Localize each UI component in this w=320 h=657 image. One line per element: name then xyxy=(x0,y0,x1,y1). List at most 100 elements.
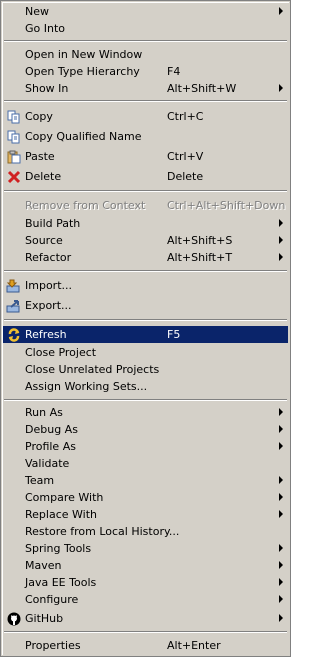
menu-item-label: Validate xyxy=(25,457,70,470)
menu-item-shortcut: Ctrl+V xyxy=(167,150,204,163)
menu-item-label: Source xyxy=(25,234,63,247)
menu-item-compare-with[interactable]: Compare With xyxy=(3,489,288,506)
menu-item-maven[interactable]: Maven xyxy=(3,557,288,574)
menu-item-label: Replace With xyxy=(25,508,97,521)
copy-icon xyxy=(6,108,22,125)
menu-item-new[interactable]: New xyxy=(3,3,288,20)
menu-item-source[interactable]: Source Alt+Shift+S xyxy=(3,232,288,249)
menu-separator xyxy=(4,270,287,272)
context-menu: New Go Into Open in New Window Open Type… xyxy=(0,0,291,657)
menu-item-shortcut: Alt+Shift+W xyxy=(167,82,237,95)
menu-item-label: Build Path xyxy=(25,217,81,230)
menu-item-copy-qualified-name[interactable]: Copy Qualified Name xyxy=(3,128,288,145)
menu-item-replace-with[interactable]: Replace With xyxy=(3,506,288,523)
menu-item-label: Close Unrelated Projects xyxy=(25,363,160,376)
menu-item-label: Close Project xyxy=(25,346,97,359)
menu-item-shortcut: F5 xyxy=(167,328,181,341)
menu-item-label: Open in New Window xyxy=(25,48,143,61)
menu-item-label: Team xyxy=(25,474,55,487)
menu-item-shortcut: Alt+Shift+T xyxy=(167,251,233,264)
menu-item-label: Remove from Context xyxy=(25,199,146,212)
submenu-arrow-icon xyxy=(279,578,283,586)
menu-item-label: Refactor xyxy=(25,251,72,264)
paste-icon xyxy=(6,148,22,165)
menu-item-label: Show In xyxy=(25,82,69,95)
menu-item-show-in[interactable]: Show In Alt+Shift+W xyxy=(3,80,288,97)
menu-item-label: Restore from Local History... xyxy=(25,525,180,538)
menu-item-open-type-hierarchy[interactable]: Open Type Hierarchy F4 xyxy=(3,63,288,80)
menu-item-label: Properties xyxy=(25,639,81,652)
submenu-arrow-icon xyxy=(279,84,283,92)
submenu-arrow-icon xyxy=(279,510,283,518)
menu-item-refactor[interactable]: Refactor Alt+Shift+T xyxy=(3,249,288,266)
menu-item-shortcut: Ctrl+C xyxy=(167,110,204,123)
menu-item-label: Assign Working Sets... xyxy=(25,380,148,393)
menu-item-label: Copy xyxy=(25,110,53,123)
submenu-arrow-icon xyxy=(279,544,283,552)
menu-item-close-project[interactable]: Close Project xyxy=(3,344,288,361)
menu-item-close-unrelated-projects[interactable]: Close Unrelated Projects xyxy=(3,361,288,378)
menu-item-label: Refresh xyxy=(25,328,67,341)
submenu-arrow-icon xyxy=(279,493,283,501)
menu-separator xyxy=(4,40,287,42)
submenu-arrow-icon xyxy=(279,236,283,244)
menu-item-label: New xyxy=(25,5,49,18)
menu-separator xyxy=(4,100,287,102)
copy-qualified-icon xyxy=(6,128,22,145)
menu-item-label: Maven xyxy=(25,559,62,572)
menu-item-restore-from-local-history[interactable]: Restore from Local History... xyxy=(3,523,288,540)
import-icon xyxy=(6,277,22,294)
menu-item-copy[interactable]: Copy Ctrl+C xyxy=(3,108,288,125)
menu-item-shortcut: Alt+Shift+S xyxy=(167,234,233,247)
submenu-arrow-icon xyxy=(279,253,283,261)
menu-item-shortcut: F4 xyxy=(167,65,181,78)
refresh-icon xyxy=(6,326,22,343)
menu-item-remove-from-context: Remove from Context Ctrl+Alt+Shift+Down xyxy=(3,197,288,214)
submenu-arrow-icon xyxy=(279,561,283,569)
menu-item-paste[interactable]: Paste Ctrl+V xyxy=(3,148,288,165)
menu-item-profile-as[interactable]: Profile As xyxy=(3,438,288,455)
menu-separator xyxy=(4,319,287,321)
menu-item-label: Java EE Tools xyxy=(25,576,97,589)
menu-item-label: Import... xyxy=(25,279,72,292)
menu-item-delete[interactable]: Delete Delete xyxy=(3,168,288,185)
menu-item-import[interactable]: Import... xyxy=(3,277,288,294)
menu-item-build-path[interactable]: Build Path xyxy=(3,215,288,232)
menu-item-label: Open Type Hierarchy xyxy=(25,65,140,78)
menu-item-label: Run As xyxy=(25,406,63,419)
export-icon xyxy=(6,297,22,314)
menu-item-validate[interactable]: Validate xyxy=(3,455,288,472)
delete-icon xyxy=(6,168,22,185)
menu-item-refresh[interactable]: Refresh F5 xyxy=(3,326,288,343)
menu-item-debug-as[interactable]: Debug As xyxy=(3,421,288,438)
menu-item-properties[interactable]: Properties Alt+Enter xyxy=(3,637,288,654)
menu-item-label: Debug As xyxy=(25,423,78,436)
menu-item-configure[interactable]: Configure xyxy=(3,591,288,608)
menu-item-label: Copy Qualified Name xyxy=(25,130,142,143)
menu-item-label: Export... xyxy=(25,299,72,312)
submenu-arrow-icon xyxy=(279,7,283,15)
menu-item-run-as[interactable]: Run As xyxy=(3,404,288,421)
menu-item-go-into[interactable]: Go Into xyxy=(3,20,288,37)
menu-separator xyxy=(4,631,287,633)
submenu-arrow-icon xyxy=(279,408,283,416)
github-icon xyxy=(6,610,22,627)
menu-item-assign-working-sets[interactable]: Assign Working Sets... xyxy=(3,378,288,395)
submenu-arrow-icon xyxy=(279,595,283,603)
submenu-arrow-icon xyxy=(279,219,283,227)
submenu-arrow-icon xyxy=(279,476,283,484)
menu-item-java-ee-tools[interactable]: Java EE Tools xyxy=(3,574,288,591)
submenu-arrow-icon xyxy=(279,614,283,622)
menu-separator xyxy=(4,399,287,401)
menu-item-label: GitHub xyxy=(25,612,64,625)
menu-item-open-in-new-window[interactable]: Open in New Window xyxy=(3,46,288,63)
menu-item-github[interactable]: GitHub xyxy=(3,610,288,627)
menu-item-export[interactable]: Export... xyxy=(3,297,288,314)
menu-separator xyxy=(4,190,287,192)
menu-item-label: Delete xyxy=(25,170,62,183)
menu-item-label: Compare With xyxy=(25,491,104,504)
menu-item-team[interactable]: Team xyxy=(3,472,288,489)
submenu-arrow-icon xyxy=(279,442,283,450)
menu-item-label: Paste xyxy=(25,150,55,163)
menu-item-spring-tools[interactable]: Spring Tools xyxy=(3,540,288,557)
